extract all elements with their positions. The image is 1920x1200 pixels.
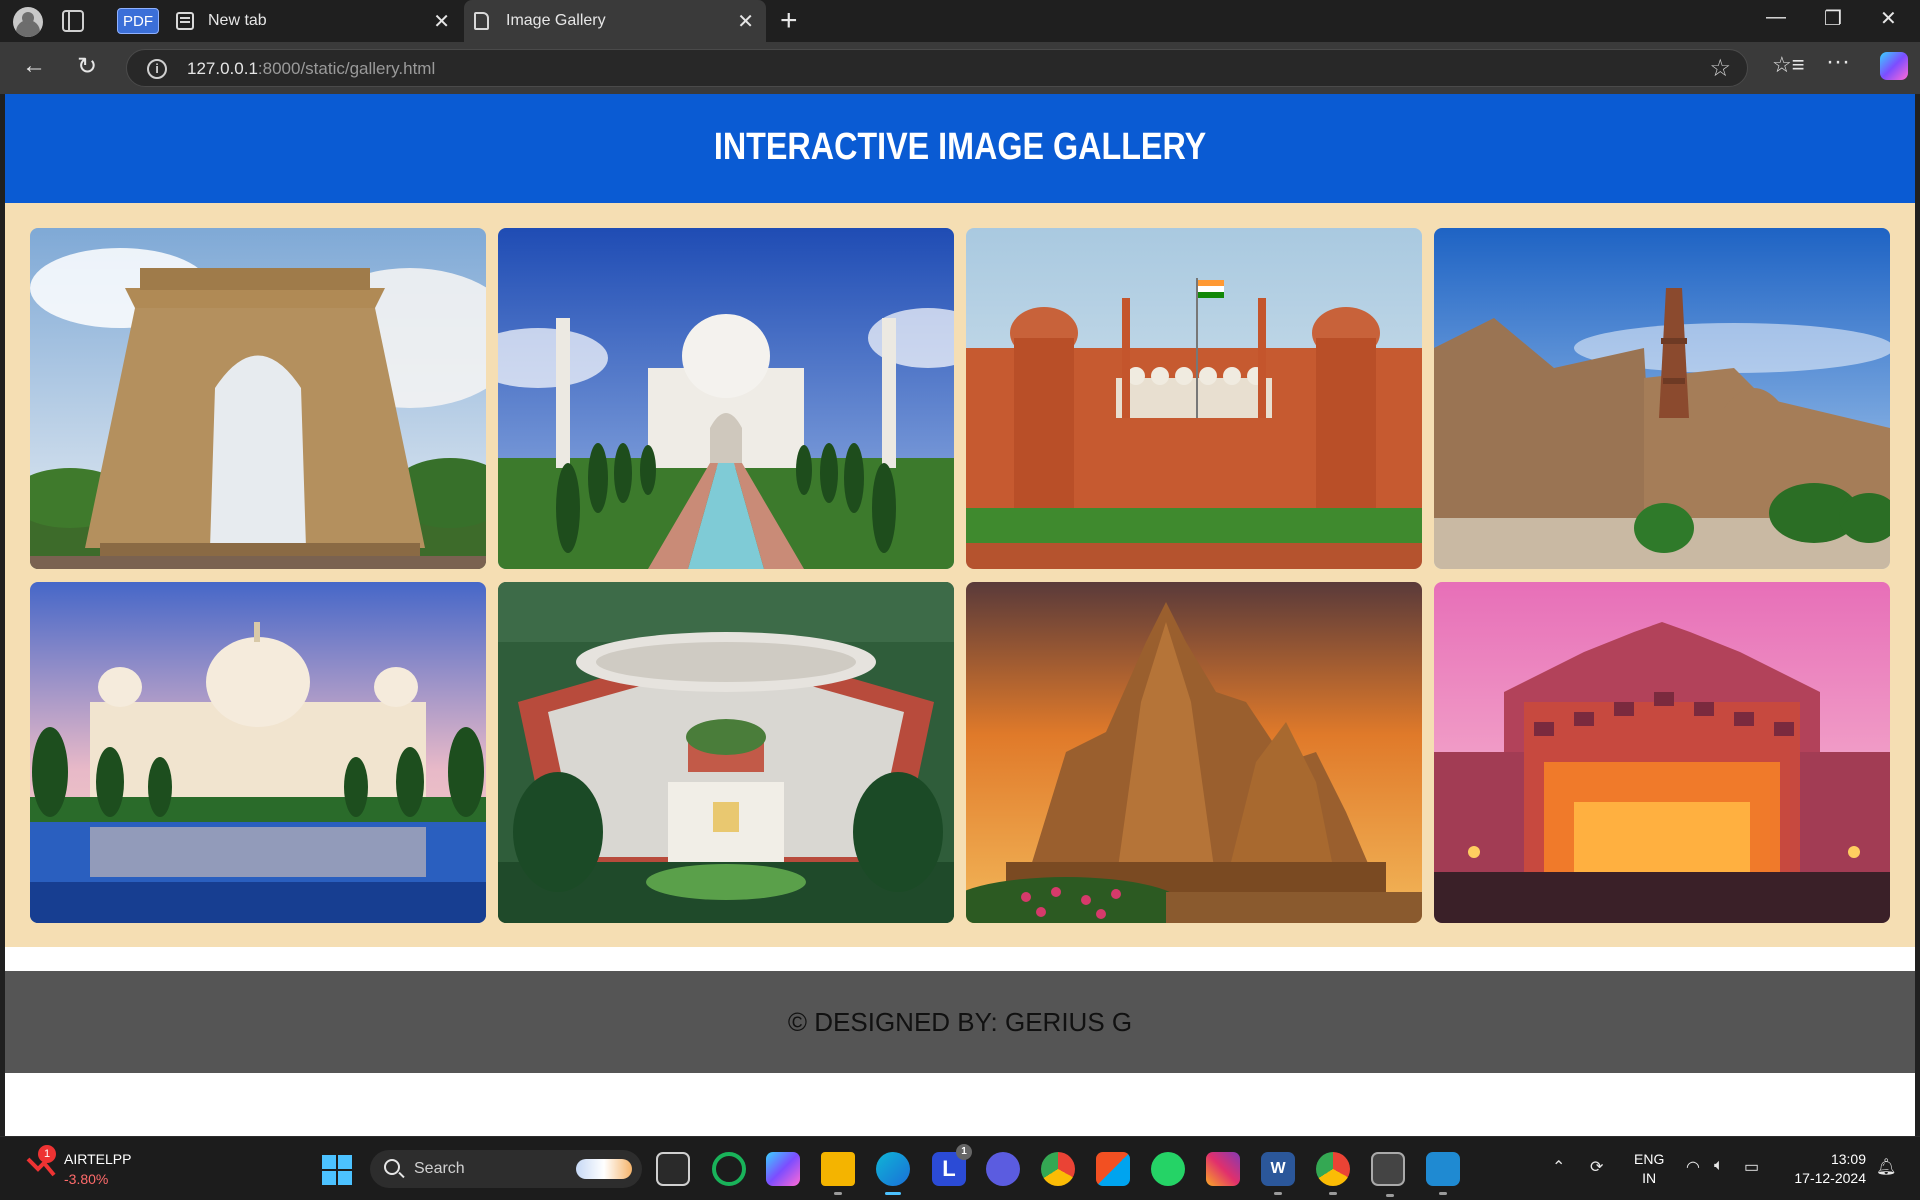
stock-change: -3.80% [64, 1171, 109, 1187]
favorites-icon[interactable]: ☆≡ [1772, 52, 1805, 78]
back-arrow-icon[interactable]: ← [22, 52, 46, 80]
sync-icon[interactable]: ⟳ [1590, 1157, 1603, 1177]
gallery-image-india-gate[interactable] [30, 228, 486, 569]
time: 13:09 [1830, 1151, 1866, 1167]
favorite-star-icon[interactable]: ☆ [1709, 54, 1731, 83]
page-header: INTERACTIVE IMAGE GALLERY [5, 94, 1915, 203]
notification-badge: 1 [38, 1145, 56, 1163]
gallery-image-red-fort[interactable] [966, 228, 1422, 569]
wifi-icon[interactable]: ◠ [1686, 1157, 1700, 1177]
site-info-icon[interactable]: i [147, 59, 167, 79]
tab-title: Image Gallery [506, 12, 606, 29]
system-clock[interactable]: 13:09 17-12-2024 [1786, 1150, 1866, 1188]
pdf-extension-badge[interactable]: PDF [117, 8, 159, 34]
vscode-icon[interactable] [1426, 1152, 1460, 1195]
web-page: INTERACTIVE IMAGE GALLERY © DESIGNED BY:… [5, 94, 1915, 1136]
minimize-icon[interactable]: — [1766, 6, 1786, 29]
stock-name: AIRTELPP [64, 1151, 132, 1167]
copilot-icon[interactable] [1880, 52, 1908, 80]
image-gallery [5, 203, 1915, 947]
l-app-icon[interactable]: L1 [932, 1144, 972, 1186]
chrome-icon[interactable] [1041, 1152, 1075, 1186]
notification-bell-icon[interactable]: 🔔︎ [1876, 1157, 1896, 1177]
gallery-image-taj-mahal[interactable] [498, 228, 954, 569]
microsoft-store-icon[interactable] [1096, 1152, 1130, 1186]
search-placeholder: Search [414, 1160, 465, 1177]
new-tab-page-icon [176, 12, 194, 30]
search-highlight-icon [576, 1159, 632, 1179]
refresh-icon[interactable]: ↻ [77, 52, 97, 81]
circular-app-icon[interactable] [712, 1152, 746, 1186]
document-page-icon [474, 12, 489, 30]
battery-icon[interactable]: ▭ [1744, 1157, 1759, 1177]
address-bar[interactable]: i 127.0.0.1:8000/static/gallery.html ☆ [126, 49, 1748, 87]
close-window-icon[interactable]: ✕ [1880, 6, 1897, 31]
language-code: ENG [1634, 1151, 1665, 1167]
copilot-app-icon[interactable] [766, 1152, 800, 1186]
url-text[interactable]: 127.0.0.1:8000/static/gallery.html [187, 59, 435, 79]
word-icon[interactable]: W [1261, 1152, 1295, 1195]
url-host: 127.0.0.1 [187, 59, 258, 78]
task-view-icon[interactable] [656, 1152, 690, 1186]
language-indicator[interactable]: ENG IN [1634, 1150, 1664, 1188]
footer-credit: © DESIGNED BY: GERIUS G [787, 1007, 1133, 1037]
file-explorer-icon[interactable] [821, 1152, 855, 1195]
restore-icon[interactable]: ❐ [1824, 6, 1842, 31]
gallery-image-parliament-house[interactable] [498, 582, 954, 923]
chrome-profile-icon[interactable] [1316, 1152, 1350, 1195]
search-icon [384, 1159, 400, 1175]
page-title: INTERACTIVE IMAGE GALLERY [713, 126, 1207, 168]
windows-start-icon[interactable] [322, 1155, 352, 1185]
spacer [5, 947, 1915, 971]
browser-toolbar: ← ↻ i 127.0.0.1:8000/static/gallery.html… [0, 42, 1920, 94]
taskbar-search[interactable]: Search [370, 1150, 642, 1188]
page-footer: © DESIGNED BY: GERIUS G [5, 971, 1915, 1073]
edge-browser-icon[interactable] [876, 1152, 910, 1195]
region-code: IN [1642, 1170, 1657, 1186]
gallery-image-qutub-minar[interactable] [1434, 228, 1890, 569]
profile-avatar-icon[interactable] [13, 7, 43, 37]
tab-title: New tab [208, 12, 267, 29]
instagram-icon[interactable] [1206, 1152, 1240, 1186]
volume-icon[interactable]: 🔈︎ [1714, 1157, 1724, 1175]
gallery-image-victoria-memorial[interactable] [30, 582, 486, 923]
new-tab-button[interactable]: + [780, 4, 798, 38]
calculator-icon[interactable] [1371, 1152, 1405, 1197]
close-tab-icon[interactable]: ✕ [737, 9, 754, 34]
tab-new-tab[interactable]: New tab ✕ [166, 0, 462, 42]
proton-app-icon[interactable] [986, 1152, 1020, 1186]
app-badge: 1 [956, 1144, 972, 1160]
browser-titlebar: PDF New tab ✕ Image Gallery ✕ + — ❐ ✕ [0, 0, 1920, 42]
show-hidden-icons-icon[interactable]: ⌃ [1552, 1157, 1565, 1177]
tab-image-gallery[interactable]: Image Gallery ✕ [464, 0, 766, 42]
windows-taskbar: 1 AIRTELPP -3.80% Search L1 W ⌃ ⟳ ENG IN… [0, 1136, 1920, 1200]
url-path: :8000/static/gallery.html [257, 59, 436, 78]
whatsapp-icon[interactable] [1151, 1152, 1185, 1186]
more-options-icon[interactable]: ··· [1826, 48, 1850, 76]
gallery-image-khajuraho-temple[interactable] [966, 582, 1422, 923]
tab-actions-icon[interactable] [62, 10, 84, 32]
close-tab-icon[interactable]: ✕ [433, 9, 450, 34]
gallery-image-hawa-mahal[interactable] [1434, 582, 1890, 923]
date: 17-12-2024 [1794, 1170, 1866, 1186]
